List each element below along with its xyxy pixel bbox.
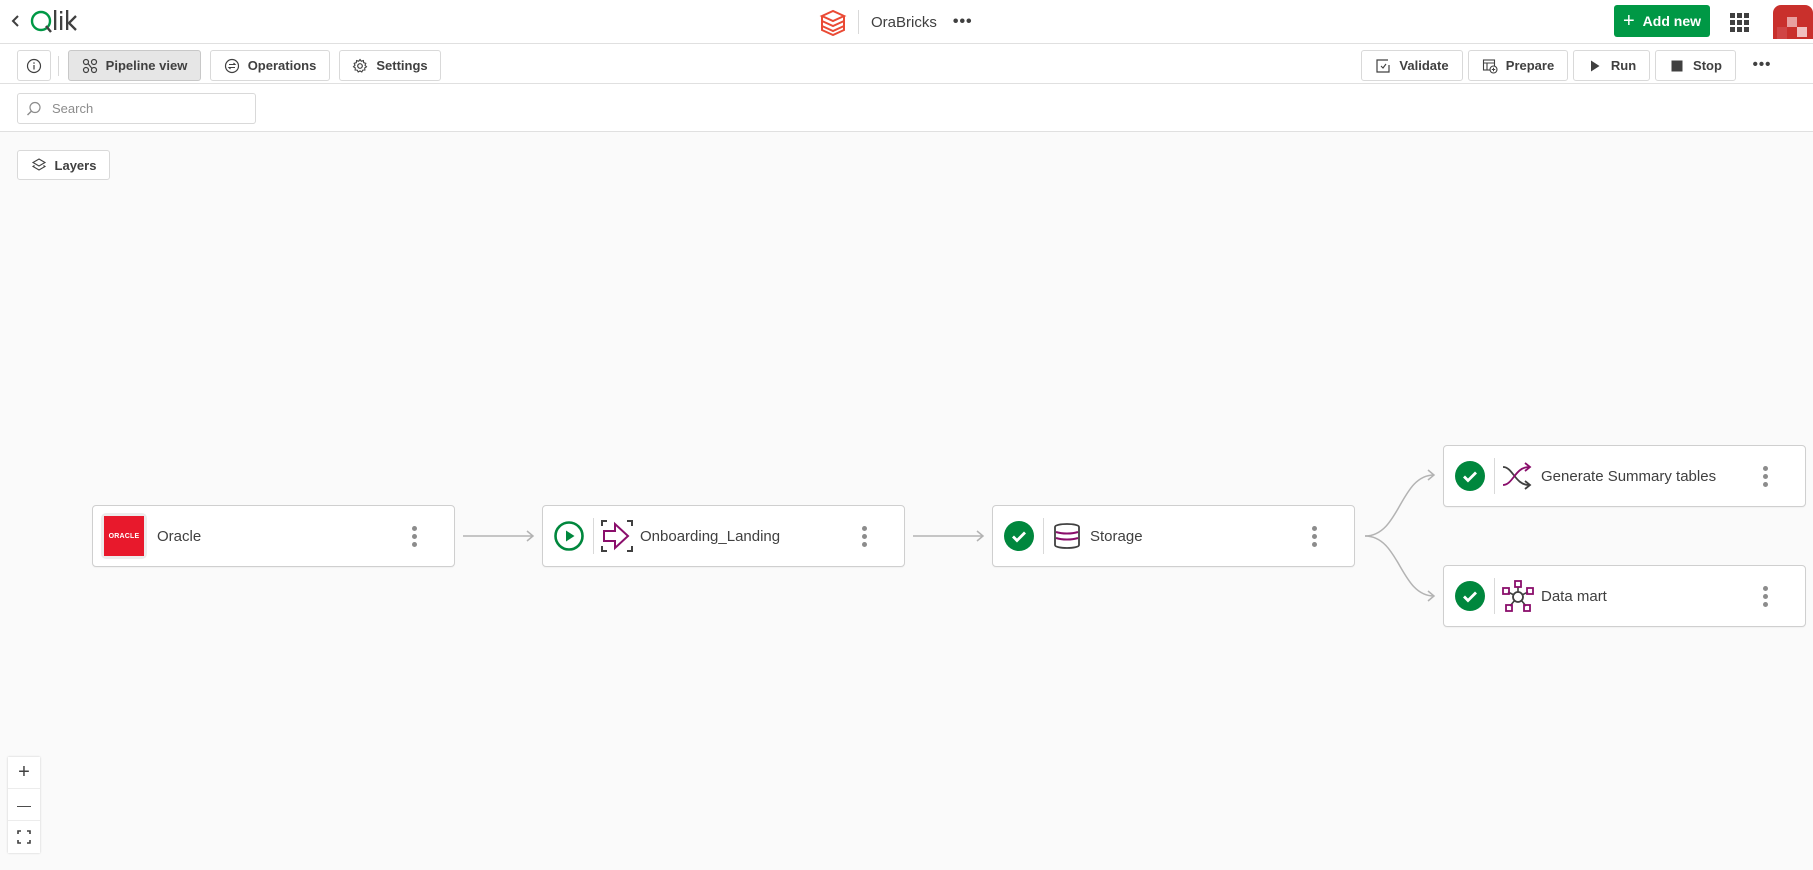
- transform-shuffle-icon: [1501, 459, 1535, 493]
- play-icon: [1590, 60, 1600, 71]
- validate-icon: [1376, 58, 1391, 73]
- add-new-button[interactable]: + Add new: [1614, 5, 1710, 37]
- info-button[interactable]: [17, 50, 51, 81]
- operations-icon: [224, 58, 239, 73]
- app-title: OraBricks: [871, 13, 937, 31]
- edge-storage-summary: [1364, 469, 1436, 537]
- database-storage-icon: [1050, 519, 1084, 553]
- edge-onboarding-storage: [913, 530, 985, 542]
- node-menu-kebab-icon[interactable]: [1753, 461, 1777, 491]
- stop-icon: [1671, 60, 1683, 71]
- top-header: OraBricks ••• + Add new: [0, 0, 1813, 44]
- tab-settings[interactable]: Settings: [339, 50, 441, 81]
- edge-oracle-onboarding: [463, 530, 535, 542]
- edge-storage-datamart: [1364, 535, 1436, 602]
- node-oracle[interactable]: ORACLE Oracle: [92, 505, 455, 567]
- oracle-logo-icon: ORACLE: [101, 513, 147, 559]
- divider: [593, 518, 594, 554]
- run-label: Run: [1610, 58, 1637, 73]
- zoom-in-button[interactable]: +: [8, 757, 40, 789]
- prepare-icon: [1482, 58, 1498, 74]
- gear-icon: [352, 58, 368, 73]
- run-button[interactable]: Run: [1573, 50, 1650, 81]
- run-status-play-icon[interactable]: [553, 520, 585, 552]
- divider: [858, 10, 859, 34]
- divider: [58, 56, 59, 76]
- pipeline-icon: [82, 58, 97, 73]
- search-input[interactable]: [52, 101, 242, 116]
- tab-label: Operations: [247, 58, 317, 73]
- qlik-logo[interactable]: [30, 6, 82, 36]
- stop-label: Stop: [1693, 58, 1722, 73]
- node-data-mart[interactable]: Data mart: [1443, 565, 1806, 627]
- zoom-controls: + —: [8, 757, 40, 853]
- search-bar: [0, 84, 1813, 132]
- validate-label: Validate: [1399, 58, 1449, 73]
- divider: [1494, 458, 1495, 494]
- node-menu-kebab-icon[interactable]: [1753, 581, 1777, 611]
- node-menu-kebab-icon[interactable]: [402, 521, 426, 551]
- data-mart-network-icon: [1501, 579, 1535, 613]
- toolbar: Pipeline view Operations Settings Valida…: [0, 44, 1813, 84]
- node-label: Generate Summary tables: [1541, 467, 1717, 485]
- zoom-out-button[interactable]: —: [8, 789, 40, 821]
- layers-icon: [31, 158, 46, 171]
- fit-screen-icon: [17, 830, 31, 844]
- completed-check-icon: [1454, 460, 1486, 492]
- user-avatar[interactable]: [1773, 5, 1813, 39]
- prepare-button[interactable]: Prepare: [1468, 50, 1568, 81]
- plus-icon: +: [1622, 10, 1635, 32]
- app-launcher-grid-icon[interactable]: [1728, 11, 1749, 32]
- completed-check-icon: [1003, 520, 1035, 552]
- validate-button[interactable]: Validate: [1361, 50, 1463, 81]
- databricks-icon: [818, 7, 848, 37]
- prepare-label: Prepare: [1505, 58, 1555, 73]
- info-icon: [26, 58, 42, 73]
- search-field[interactable]: [17, 93, 256, 124]
- node-label: Storage: [1090, 527, 1143, 545]
- more-actions-button[interactable]: •••: [1750, 52, 1774, 76]
- node-label: Data mart: [1541, 587, 1607, 605]
- layers-label: Layers: [54, 157, 97, 173]
- node-onboarding-landing[interactable]: Onboarding_Landing: [542, 505, 905, 567]
- divider: [1494, 578, 1495, 614]
- completed-check-icon: [1454, 580, 1486, 612]
- search-icon: [27, 101, 41, 115]
- layers-button[interactable]: Layers: [17, 150, 110, 180]
- divider: [1043, 518, 1044, 554]
- back-chevron-icon[interactable]: [10, 10, 26, 32]
- tab-label: Settings: [376, 58, 428, 73]
- fit-to-screen-button[interactable]: [8, 821, 40, 853]
- node-label: Onboarding_Landing: [640, 527, 781, 545]
- landing-arrow-icon: [600, 519, 634, 553]
- pipeline-canvas[interactable]: Layers ORACLE Oracle Onboarding_Landing: [0, 133, 1813, 870]
- node-label: Oracle: [157, 527, 202, 545]
- node-generate-summary-tables[interactable]: Generate Summary tables: [1443, 445, 1806, 507]
- stop-button[interactable]: Stop: [1655, 50, 1736, 81]
- app-more-button[interactable]: •••: [953, 13, 973, 31]
- tab-operations[interactable]: Operations: [210, 50, 330, 81]
- node-storage[interactable]: Storage: [992, 505, 1355, 567]
- tab-label: Pipeline view: [105, 58, 188, 73]
- tab-pipeline-view[interactable]: Pipeline view: [68, 50, 201, 81]
- node-menu-kebab-icon[interactable]: [852, 521, 876, 551]
- add-new-label: Add new: [1642, 13, 1702, 29]
- app-title-area: OraBricks •••: [818, 4, 973, 40]
- node-menu-kebab-icon[interactable]: [1302, 521, 1326, 551]
